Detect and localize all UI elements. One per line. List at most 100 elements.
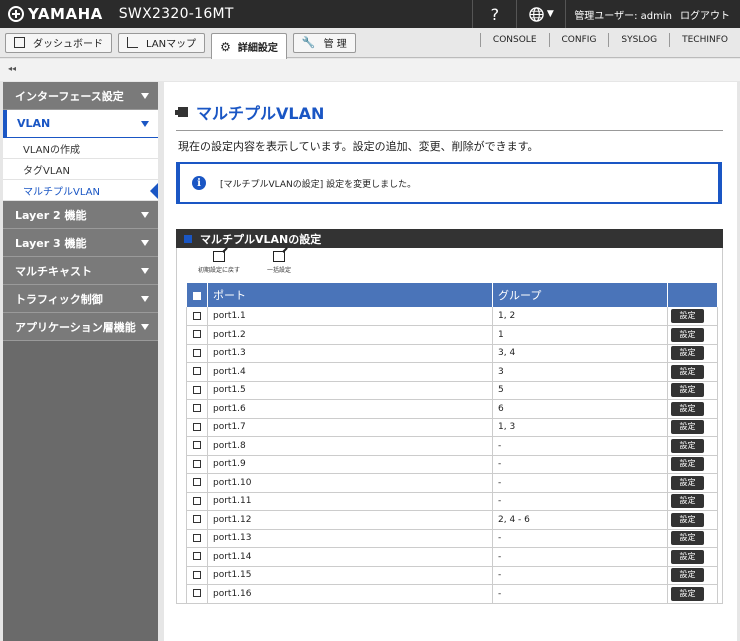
row-setting-button[interactable]: 設定	[671, 309, 704, 323]
table-row: port1.7 1, 3 設定	[186, 418, 718, 437]
row-checkbox[interactable]	[193, 570, 201, 579]
title-marker-icon	[175, 107, 188, 117]
row-select-cell	[186, 473, 208, 493]
sidebar-item-traffic[interactable]: トラフィック制御	[3, 285, 158, 313]
collapse-sidebar-icon[interactable]: ◂◂	[8, 64, 16, 73]
chevron-down-icon	[141, 240, 149, 246]
port-cell: port1.16	[207, 584, 493, 604]
row-setting-button[interactable]: 設定	[671, 586, 704, 601]
row-setting-button[interactable]: 設定	[671, 346, 704, 361]
tab-management[interactable]: 🔧 管 理	[292, 32, 356, 53]
row-checkbox[interactable]	[193, 496, 201, 505]
row-checkbox[interactable]	[193, 533, 201, 542]
sidebar-item-label: マルチキャスト	[15, 264, 92, 278]
row-checkbox[interactable]	[193, 478, 201, 487]
language-button[interactable]: ▼	[516, 0, 567, 28]
row-setting-button[interactable]: 設定	[671, 364, 704, 379]
row-checkbox[interactable]	[193, 589, 201, 598]
sidebar-sub-multiple-vlan[interactable]: マルチプルVLAN	[3, 180, 158, 201]
row-checkbox[interactable]	[193, 422, 201, 431]
row-checkbox[interactable]	[193, 441, 201, 450]
table-row: port1.8- 設定	[186, 436, 718, 456]
sidebar-item-label: インターフェース設定	[15, 89, 124, 103]
row-setting-button[interactable]: 設定	[671, 568, 704, 583]
row-setting-button[interactable]: 設定	[671, 549, 704, 564]
row-setting-button[interactable]: 設定	[671, 383, 704, 398]
panel-body: 初期設定に戻す 一括設定 ポート グループ port1.1 1, 2 設定 port1…	[176, 248, 723, 604]
chevron-down-icon	[141, 324, 149, 330]
row-setting-button[interactable]: 設定	[671, 475, 704, 490]
help-button[interactable]: ?	[472, 0, 516, 28]
collapse-row: ◂◂	[0, 59, 740, 81]
row-setting-button[interactable]: 設定	[671, 494, 704, 509]
tab-label: 詳細設定	[237, 43, 278, 54]
sidebar-sub-vlan-create[interactable]: VLANの作成	[3, 138, 158, 159]
reset-defaults-button[interactable]: 初期設定に戻す	[189, 251, 249, 274]
chevron-down-icon	[141, 268, 149, 274]
syslog-link[interactable]: SYSLOG	[608, 33, 669, 47]
row-checkbox[interactable]	[193, 459, 201, 468]
row-setting-button[interactable]: 設定	[671, 438, 704, 453]
sidebar-item-application[interactable]: アプリケーション層機能	[3, 313, 158, 341]
panel-marker-icon	[184, 234, 192, 243]
row-checkbox[interactable]	[193, 515, 201, 524]
tab-dashboard[interactable]: ダッシュボード	[5, 32, 112, 53]
row-checkbox[interactable]	[193, 348, 201, 357]
action-cell: 設定	[667, 362, 718, 382]
group-cell: 5	[492, 381, 668, 400]
group-cell: -	[492, 492, 668, 511]
caret-down-icon: ▼	[546, 9, 554, 19]
row-setting-button[interactable]: 設定	[671, 420, 704, 435]
tab-advanced-settings[interactable]: ⚙ 詳細設定	[211, 32, 287, 60]
sidebar-sub-tag-vlan[interactable]: タグVLAN	[3, 159, 158, 180]
row-checkbox[interactable]	[193, 311, 201, 320]
group-cell: -	[492, 547, 668, 567]
bulk-setting-button[interactable]: 一括設定	[249, 251, 309, 274]
row-setting-button[interactable]: 設定	[671, 457, 704, 472]
page-description: 現在の設定内容を表示しています。設定の追加、変更、削除ができます。	[178, 140, 539, 153]
chevron-down-icon	[141, 121, 149, 127]
wrench-icon: 🔧	[301, 36, 316, 49]
row-checkbox[interactable]	[193, 404, 201, 413]
row-setting-button[interactable]: 設定	[671, 401, 704, 416]
group-cell: -	[492, 436, 668, 456]
logout-link[interactable]: ログアウト	[680, 7, 740, 22]
sidebar-item-interface[interactable]: インターフェース設定	[3, 82, 158, 110]
column-header-port: ポート	[207, 283, 493, 307]
action-cell: 設定	[667, 584, 718, 604]
sidebar-item-vlan[interactable]: VLAN	[3, 110, 158, 138]
dashboard-icon	[14, 37, 25, 48]
row-select-cell	[186, 492, 208, 511]
sidebar-item-layer3[interactable]: Layer 3 機能	[3, 229, 158, 257]
globe-icon	[529, 6, 544, 22]
row-checkbox[interactable]	[193, 367, 201, 376]
panel-title: マルチプルVLANの設定	[200, 232, 322, 246]
sidebar-item-multicast[interactable]: マルチキャスト	[3, 257, 158, 285]
row-checkbox[interactable]	[193, 552, 201, 561]
config-link[interactable]: CONFIG	[548, 33, 609, 47]
row-setting-button[interactable]: 設定	[671, 531, 704, 546]
row-setting-button[interactable]: 設定	[671, 512, 704, 527]
tool-label: 初期設定に戻す	[197, 267, 240, 274]
group-cell: -	[492, 566, 668, 585]
action-cell: 設定	[667, 307, 718, 326]
row-setting-button[interactable]: 設定	[671, 327, 704, 342]
select-all-checkbox[interactable]	[192, 291, 201, 300]
panel-header: マルチプルVLANの設定	[176, 229, 723, 248]
sidebar-item-layer2[interactable]: Layer 2 機能	[3, 201, 158, 229]
table-row: port1.2 1 設定	[186, 325, 718, 345]
table-row: port1.16- 設定	[186, 584, 718, 604]
group-cell: 3, 4	[492, 344, 668, 363]
row-checkbox[interactable]	[193, 385, 201, 394]
row-checkbox[interactable]	[193, 330, 201, 339]
edit-icon	[273, 251, 285, 262]
row-select-cell	[186, 399, 208, 419]
techinfo-link[interactable]: TECHINFO	[669, 33, 740, 47]
table-row: port1.1 1, 2 設定	[186, 307, 718, 326]
console-link[interactable]: CONSOLE	[479, 33, 549, 47]
action-cell: 設定	[667, 566, 718, 585]
tab-lan-map[interactable]: LANマップ	[118, 32, 206, 53]
action-cell: 設定	[667, 418, 718, 437]
port-cell: port1.2	[207, 325, 493, 345]
action-cell: 設定	[667, 399, 718, 419]
